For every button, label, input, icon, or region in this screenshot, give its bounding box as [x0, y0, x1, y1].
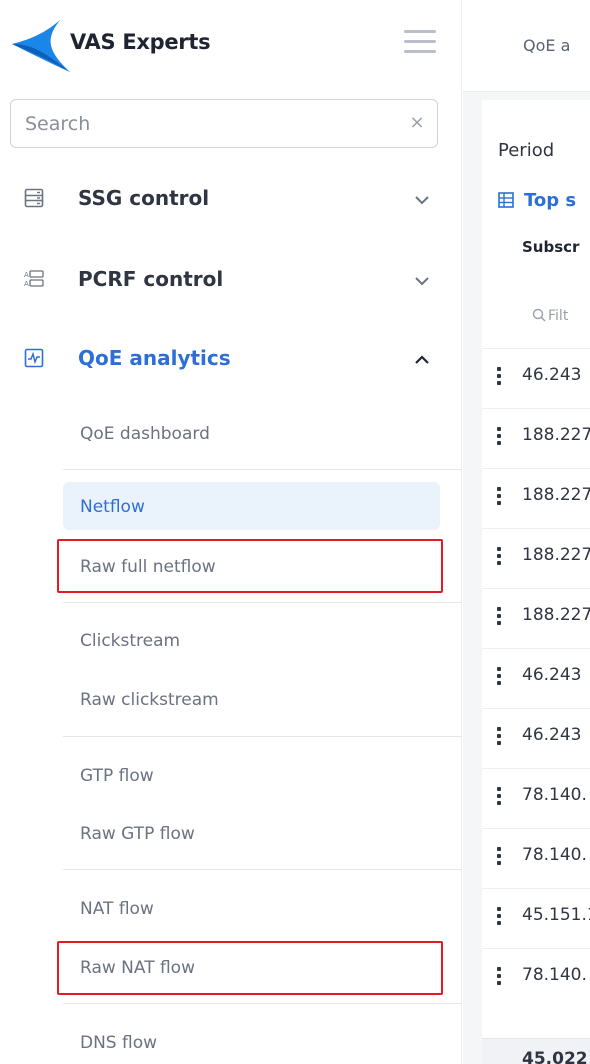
row-actions-icon[interactable]	[496, 367, 502, 385]
table-row[interactable]: 46.243	[482, 348, 590, 404]
column-filter[interactable]: Filt	[532, 308, 568, 324]
section-label: SSG control	[78, 186, 210, 210]
nav-nat-flow[interactable]: NAT flow	[80, 899, 154, 919]
top-link-label: Top s	[524, 190, 577, 211]
nav-raw-clickstream[interactable]: Raw clickstream	[80, 690, 219, 710]
total-value: 45,022	[522, 1049, 588, 1064]
section-label: PCRF control	[78, 267, 224, 291]
sidebar-search: ×	[10, 99, 438, 148]
row-actions-icon[interactable]	[496, 427, 502, 445]
row-actions-icon[interactable]	[496, 787, 502, 805]
server-icon	[24, 188, 44, 208]
subscriber-ip-cell: 46.243	[522, 725, 582, 745]
chevron-down-icon	[414, 272, 430, 286]
nav-netflow[interactable]: Netflow	[80, 497, 145, 517]
divider	[63, 1003, 462, 1004]
nav-gtp-flow[interactable]: GTP flow	[80, 766, 154, 786]
subscriber-ip-cell: 188.227	[522, 425, 590, 445]
subscriber-ip-cell: 45.151.1	[522, 905, 590, 925]
table-row[interactable]: 188.227	[482, 468, 590, 524]
divider	[63, 869, 462, 870]
chevron-up-icon	[414, 351, 430, 364]
subscriber-ip-cell: 188.227	[522, 545, 590, 565]
period-label: Period	[498, 140, 555, 161]
hamburger-menu-icon[interactable]	[404, 28, 436, 56]
section-pcrf-control[interactable]: A A PCRF control	[0, 253, 462, 307]
nav-dns-flow[interactable]: DNS flow	[80, 1033, 157, 1053]
subscriber-ip-cell: 78.140.	[522, 845, 587, 865]
table-row[interactable]: 78.140.	[482, 828, 590, 884]
main-content: Period Top s Subscr Filt 46.243 188.227 18…	[482, 100, 590, 1064]
table-row[interactable]: 78.140.	[482, 948, 590, 1004]
subscriber-ip-cell: 188.227	[522, 605, 590, 625]
subscriber-ip-cell: 78.140.	[522, 785, 587, 805]
pcrf-icon: A A	[24, 269, 44, 289]
sidebar: VAS Experts × SSG control	[0, 0, 462, 1064]
row-actions-icon[interactable]	[496, 727, 502, 745]
row-actions-icon[interactable]	[496, 967, 502, 985]
subscriber-ip-cell: 46.243	[522, 365, 582, 385]
svg-text:A: A	[24, 280, 29, 288]
table-row[interactable]: 46.243	[482, 648, 590, 704]
search-input[interactable]	[11, 100, 401, 147]
top-subscribers-link[interactable]: Top s	[498, 190, 576, 211]
brand-name: VAS Experts	[70, 30, 211, 54]
page-title: QoE a	[523, 36, 571, 55]
table-row[interactable]: 46.243	[482, 708, 590, 764]
table-icon	[498, 192, 514, 208]
nav-raw-full-netflow[interactable]: Raw full netflow	[80, 557, 216, 577]
subscriber-ip-cell: 188.227	[522, 485, 590, 505]
nav-raw-nat-flow[interactable]: Raw NAT flow	[80, 958, 195, 978]
row-actions-icon[interactable]	[496, 607, 502, 625]
row-actions-icon[interactable]	[496, 847, 502, 865]
search-icon	[532, 308, 546, 322]
divider	[63, 602, 462, 603]
svg-text:A: A	[24, 271, 29, 279]
nav-raw-gtp-flow[interactable]: Raw GTP flow	[80, 824, 195, 844]
nav-clickstream[interactable]: Clickstream	[80, 631, 180, 651]
chevron-down-icon	[414, 191, 430, 205]
row-actions-icon[interactable]	[496, 547, 502, 565]
subscriber-ip-cell: 78.140.	[522, 965, 587, 985]
section-ssg-control[interactable]: SSG control	[0, 172, 462, 226]
row-actions-icon[interactable]	[496, 907, 502, 925]
analytics-icon	[24, 348, 44, 368]
row-actions-icon[interactable]	[496, 667, 502, 685]
brand-logo-icon	[8, 14, 78, 74]
divider	[63, 469, 462, 470]
subscriber-ip-cell: 46.243	[522, 665, 582, 685]
divider	[63, 736, 462, 737]
table-total-row: 45,022	[482, 1038, 590, 1064]
app-root: VAS Experts × SSG control	[0, 0, 590, 1064]
top-bar: QoE a	[463, 0, 590, 92]
table-row[interactable]: 188.227	[482, 588, 590, 644]
table-row[interactable]: 188.227	[482, 528, 590, 584]
column-header-subscriber[interactable]: Subscr	[522, 238, 579, 256]
table-row[interactable]: 45.151.1	[482, 888, 590, 944]
filter-placeholder: Filt	[548, 308, 569, 324]
section-label: QoE analytics	[78, 346, 231, 370]
clear-search-icon[interactable]: ×	[407, 112, 427, 134]
row-actions-icon[interactable]	[496, 487, 502, 505]
table-row[interactable]: 188.227	[482, 408, 590, 464]
section-qoe-analytics[interactable]: QoE analytics	[0, 332, 462, 386]
nav-qoe-dashboard[interactable]: QoE dashboard	[80, 424, 210, 444]
table-row[interactable]: 78.140.	[482, 768, 590, 824]
